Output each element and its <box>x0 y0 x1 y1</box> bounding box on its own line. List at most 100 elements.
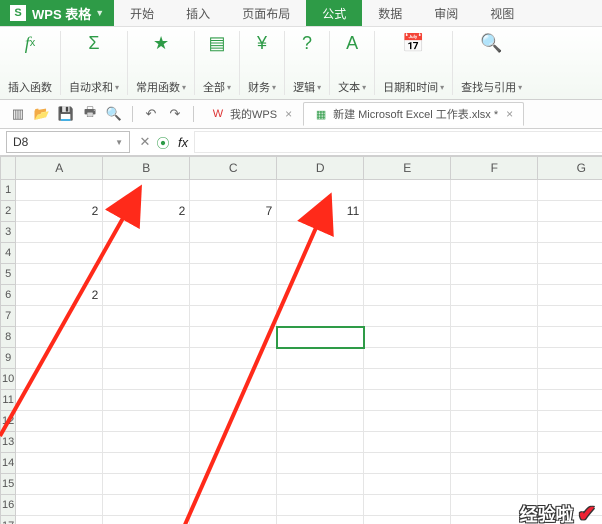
app-title[interactable]: S WPS 表格 ▼ <box>0 0 114 26</box>
cell-A8[interactable] <box>16 327 103 348</box>
cell-B3[interactable] <box>103 222 190 243</box>
cell-G12[interactable] <box>538 411 602 432</box>
cell-B12[interactable] <box>103 411 190 432</box>
cell-A15[interactable] <box>16 474 103 495</box>
cell-D12[interactable] <box>277 411 364 432</box>
cell-D9[interactable] <box>277 348 364 369</box>
cell-A1[interactable] <box>16 180 103 201</box>
col-header-B[interactable]: B <box>103 157 190 180</box>
cell-A13[interactable] <box>16 432 103 453</box>
cell-A12[interactable] <box>16 411 103 432</box>
redo-icon[interactable]: ↷ <box>165 104 185 124</box>
row-header-7[interactable]: 7 <box>1 306 16 327</box>
cell-F9[interactable] <box>451 348 538 369</box>
menu-tab-1[interactable]: 插入 <box>170 0 226 26</box>
row-header-4[interactable]: 4 <box>1 243 16 264</box>
cell-E10[interactable] <box>364 369 451 390</box>
cell-E5[interactable] <box>364 264 451 285</box>
cell-B13[interactable] <box>103 432 190 453</box>
cell-F3[interactable] <box>451 222 538 243</box>
cell-D8[interactable] <box>277 327 364 348</box>
cancel-formula-icon[interactable]: ✕ <box>136 134 154 150</box>
cell-C14[interactable] <box>190 453 277 474</box>
ribbon-group-6[interactable]: A文本▾ <box>330 31 375 95</box>
row-header-13[interactable]: 13 <box>1 432 16 453</box>
cell-F7[interactable] <box>451 306 538 327</box>
cell-E13[interactable] <box>364 432 451 453</box>
col-header-C[interactable]: C <box>190 157 277 180</box>
cell-F1[interactable] <box>451 180 538 201</box>
cell-B8[interactable] <box>103 327 190 348</box>
cell-B1[interactable] <box>103 180 190 201</box>
cell-F13[interactable] <box>451 432 538 453</box>
cell-D7[interactable] <box>277 306 364 327</box>
cell-D16[interactable] <box>277 495 364 516</box>
cell-F2[interactable] <box>451 201 538 222</box>
ribbon-group-5[interactable]: ?逻辑▾ <box>285 31 330 95</box>
cell-B2[interactable]: 2 <box>103 201 190 222</box>
cell-G4[interactable] <box>538 243 602 264</box>
row-header-3[interactable]: 3 <box>1 222 16 243</box>
formula-input[interactable] <box>194 131 602 153</box>
menu-tab-4[interactable]: 数据 <box>362 0 418 26</box>
cell-E12[interactable] <box>364 411 451 432</box>
col-header-A[interactable]: A <box>16 157 103 180</box>
cell-E9[interactable] <box>364 348 451 369</box>
row-header-12[interactable]: 12 <box>1 411 16 432</box>
fx-label[interactable]: fx <box>178 135 188 150</box>
cell-F10[interactable] <box>451 369 538 390</box>
cell-C11[interactable] <box>190 390 277 411</box>
cell-D5[interactable] <box>277 264 364 285</box>
cell-C7[interactable] <box>190 306 277 327</box>
cell-C12[interactable] <box>190 411 277 432</box>
cell-G7[interactable] <box>538 306 602 327</box>
col-header-D[interactable]: D <box>277 157 364 180</box>
cell-B14[interactable] <box>103 453 190 474</box>
cell-G9[interactable] <box>538 348 602 369</box>
cell-B10[interactable] <box>103 369 190 390</box>
save-icon[interactable]: 💾 <box>56 104 76 124</box>
cell-B7[interactable] <box>103 306 190 327</box>
cell-G14[interactable] <box>538 453 602 474</box>
select-all-corner[interactable] <box>1 157 16 180</box>
cell-D17[interactable] <box>277 516 364 524</box>
close-icon[interactable]: × <box>506 107 513 121</box>
cell-F12[interactable] <box>451 411 538 432</box>
dropdown-icon[interactable]: ▼ <box>115 138 123 147</box>
search-icon[interactable]: ⦿ <box>154 133 172 152</box>
row-header-15[interactable]: 15 <box>1 474 16 495</box>
cell-C4[interactable] <box>190 243 277 264</box>
name-box[interactable]: D8 ▼ <box>6 131 130 153</box>
print-preview-icon[interactable]: 🔍 <box>104 104 124 124</box>
cell-A10[interactable] <box>16 369 103 390</box>
cell-G13[interactable] <box>538 432 602 453</box>
cell-F8[interactable] <box>451 327 538 348</box>
cell-C8[interactable] <box>190 327 277 348</box>
ribbon-group-2[interactable]: ★常用函数▾ <box>128 31 195 95</box>
cell-E7[interactable] <box>364 306 451 327</box>
new-doc-icon[interactable]: ▥ <box>8 104 28 124</box>
row-header-1[interactable]: 1 <box>1 180 16 201</box>
cell-A11[interactable] <box>16 390 103 411</box>
menu-tab-5[interactable]: 审阅 <box>418 0 474 26</box>
ribbon-group-0[interactable]: fx插入函数 <box>0 31 61 95</box>
open-icon[interactable]: 📂 <box>32 104 52 124</box>
cell-G11[interactable] <box>538 390 602 411</box>
cell-B11[interactable] <box>103 390 190 411</box>
cell-C15[interactable] <box>190 474 277 495</box>
row-header-16[interactable]: 16 <box>1 495 16 516</box>
cell-D3[interactable] <box>277 222 364 243</box>
cell-A6[interactable]: 2 <box>16 285 103 306</box>
menu-tab-0[interactable]: 开始 <box>114 0 170 26</box>
cell-C16[interactable] <box>190 495 277 516</box>
cell-E1[interactable] <box>364 180 451 201</box>
cell-C13[interactable] <box>190 432 277 453</box>
cell-D1[interactable] <box>277 180 364 201</box>
cell-F11[interactable] <box>451 390 538 411</box>
cell-C5[interactable] <box>190 264 277 285</box>
cell-D14[interactable] <box>277 453 364 474</box>
ribbon-group-3[interactable]: ▤全部▾ <box>195 31 240 95</box>
cell-D4[interactable] <box>277 243 364 264</box>
cell-G2[interactable] <box>538 201 602 222</box>
ribbon-group-1[interactable]: Σ自动求和▾ <box>61 31 128 95</box>
